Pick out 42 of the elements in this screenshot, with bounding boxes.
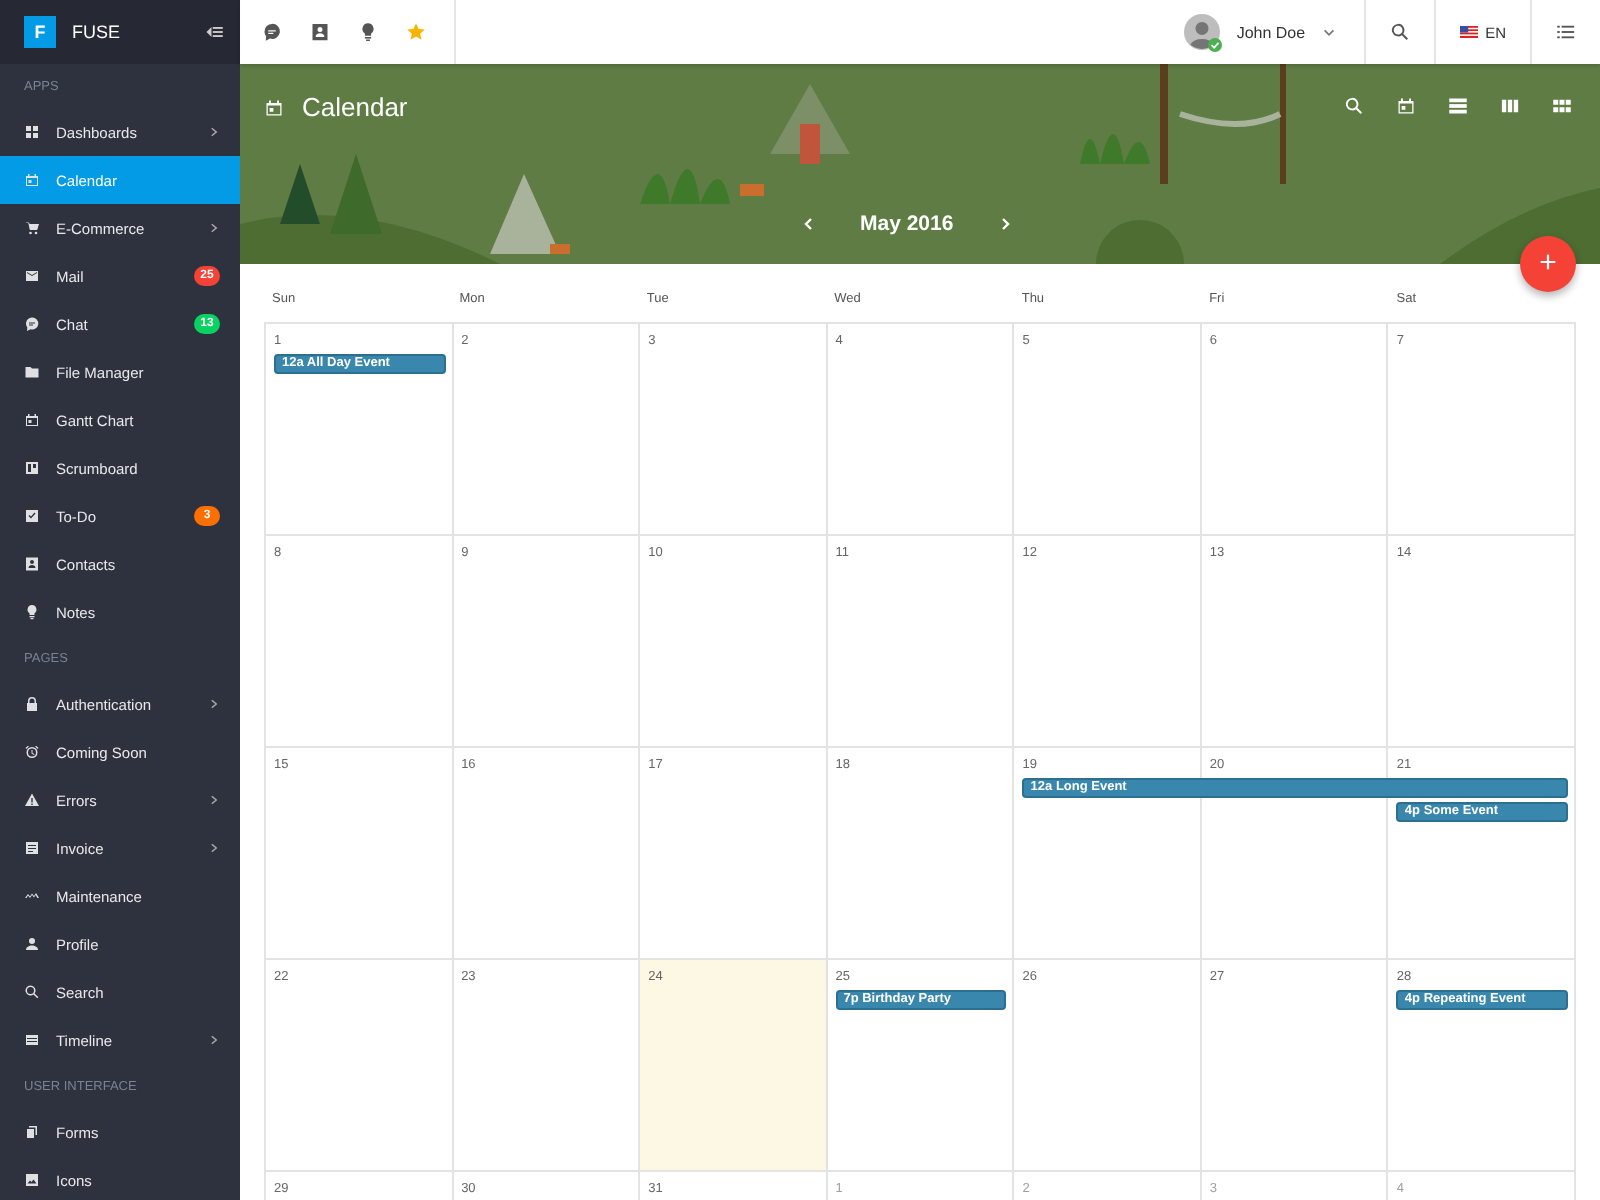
flag-icon[interactable] (1459, 26, 1478, 38)
checkbox-icon (24, 508, 40, 524)
star-icon[interactable] (406, 22, 426, 42)
grid-icon (24, 124, 40, 140)
person-icon (24, 936, 40, 952)
contact-card-icon (24, 556, 40, 572)
search-icon[interactable] (1344, 96, 1364, 116)
logo: F (24, 16, 56, 48)
chat-bubble-icon (24, 316, 40, 332)
chat-bubble-icon[interactable] (262, 22, 282, 42)
grid-icon[interactable] (1552, 96, 1572, 116)
calendar-icon (24, 172, 40, 188)
search-icon[interactable] (1389, 22, 1410, 42)
cart-icon (24, 220, 40, 236)
contact-card-icon[interactable] (310, 22, 330, 42)
list-view-icon[interactable] (1448, 96, 1468, 116)
list-icon (24, 1032, 40, 1048)
user-name[interactable]: John Doe (1236, 23, 1306, 41)
collapse-menu-icon[interactable] (204, 22, 224, 42)
image-icon (24, 1172, 40, 1188)
calendar-icon[interactable] (1396, 96, 1416, 116)
calendar-icon (264, 97, 284, 117)
menu-list-icon[interactable] (1556, 22, 1576, 42)
lock-icon (24, 696, 40, 712)
calendar-icon (24, 412, 40, 428)
columns-icon[interactable] (1500, 96, 1520, 116)
forms-icon (24, 1124, 40, 1140)
warning-icon (24, 792, 40, 808)
next-month-icon[interactable] (997, 216, 1014, 232)
alarm-clock-icon (24, 744, 40, 760)
lightbulb-icon[interactable] (358, 22, 378, 42)
caret-icon[interactable] (1321, 25, 1336, 39)
folder-icon (24, 364, 40, 380)
page-title: Calendar (302, 92, 408, 122)
month-label: May 2016 (860, 212, 954, 236)
brand-name: FUSE (72, 22, 123, 42)
document-icon (24, 840, 40, 856)
mail-icon (24, 268, 40, 284)
previous-month-icon[interactable] (800, 216, 816, 232)
board-icon (24, 460, 40, 476)
lightbulb-icon (24, 604, 40, 620)
search-icon (24, 984, 40, 1000)
